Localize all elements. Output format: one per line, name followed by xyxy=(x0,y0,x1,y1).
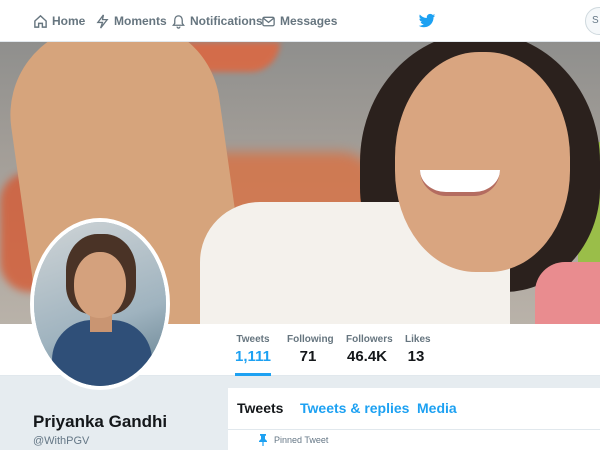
stat-followers-count: 46.4K xyxy=(346,348,388,365)
nav-moments-label: Moments xyxy=(114,14,167,28)
pin-icon xyxy=(259,434,267,446)
stat-likes-label: Likes xyxy=(405,334,431,345)
stat-tweets-label: Tweets xyxy=(236,334,270,345)
banner-figure-face xyxy=(395,52,570,272)
messages-icon xyxy=(262,16,275,26)
stat-likes-count: 13 xyxy=(407,348,425,365)
stat-tweets-count: 1,111 xyxy=(235,348,271,365)
pinned-tweet-label: Pinned Tweet xyxy=(274,435,329,445)
profile-name[interactable]: Priyanka Gandhi xyxy=(33,412,167,432)
top-navigation-bar: Home Moments Notifications Messages S xyxy=(0,0,600,42)
profile-handle[interactable]: @WithPGV xyxy=(33,435,89,447)
search-placeholder: S xyxy=(592,15,599,26)
nav-notifications-label: Notifications xyxy=(190,14,263,28)
banner-decoration xyxy=(535,262,600,324)
timeline-tabs: Tweets Tweets & replies Media xyxy=(228,388,600,430)
nav-notifications[interactable]: Notifications xyxy=(171,0,263,42)
avatar-figure-face xyxy=(74,252,126,318)
stat-following-label: Following xyxy=(287,334,334,345)
stat-likes[interactable]: Likes 13 xyxy=(405,334,431,365)
search-input[interactable]: S xyxy=(585,7,600,35)
twitter-bird-icon[interactable] xyxy=(418,12,436,30)
stat-tweets[interactable]: Tweets 1,111 xyxy=(235,334,271,376)
stat-following[interactable]: Following 71 xyxy=(287,334,334,365)
tab-media[interactable]: Media xyxy=(417,400,457,416)
notifications-icon xyxy=(172,14,185,29)
tab-tweets-and-replies[interactable]: Tweets & replies xyxy=(300,400,409,416)
stat-followers-label: Followers xyxy=(346,334,393,345)
nav-home-label: Home xyxy=(52,14,86,28)
nav-home[interactable]: Home xyxy=(33,0,85,42)
avatar[interactable] xyxy=(30,218,170,390)
avatar-photo xyxy=(34,222,166,386)
stat-following-count: 71 xyxy=(299,348,317,365)
nav-moments[interactable]: Moments xyxy=(95,0,167,42)
home-icon xyxy=(34,14,47,28)
stat-followers[interactable]: Followers 46.4K xyxy=(346,334,393,365)
nav-messages[interactable]: Messages xyxy=(261,0,337,42)
moments-icon xyxy=(96,14,109,28)
pinned-tweet-header: Pinned Tweet xyxy=(228,430,600,450)
nav-messages-label: Messages xyxy=(280,14,338,28)
tab-tweets[interactable]: Tweets xyxy=(237,400,283,416)
